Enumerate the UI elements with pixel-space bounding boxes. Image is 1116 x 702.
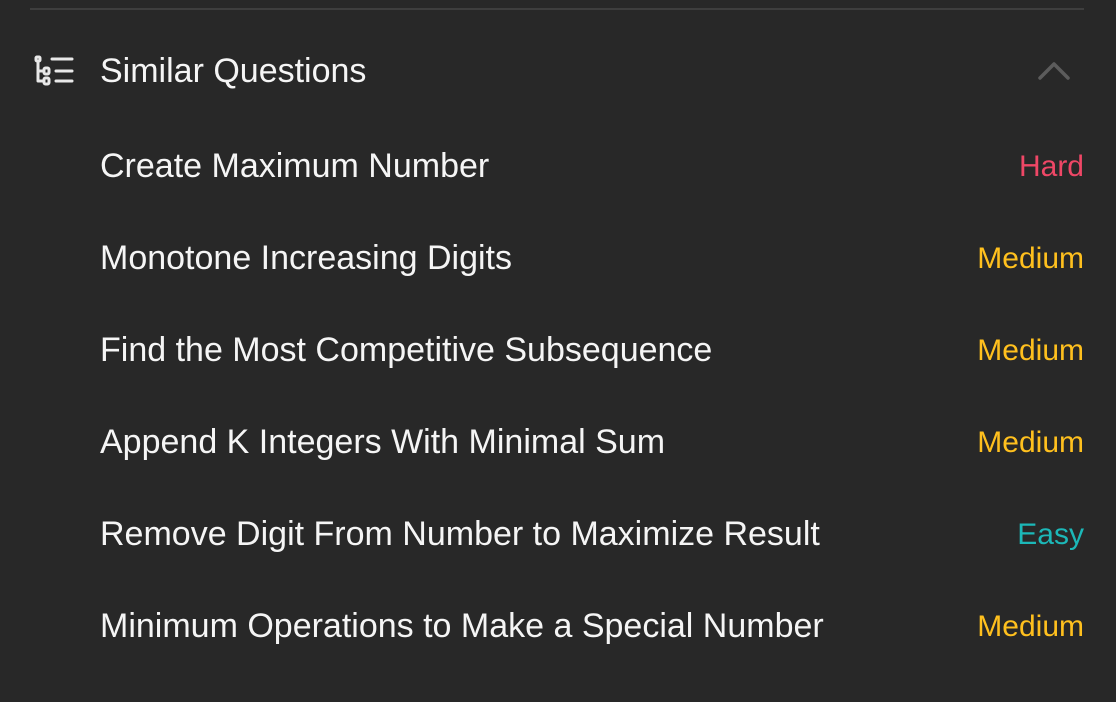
difficulty-badge: Medium (977, 426, 1084, 459)
chevron-up-icon[interactable] (1036, 58, 1072, 82)
difficulty-badge: Medium (977, 610, 1084, 643)
question-item[interactable]: Minimum Operations to Make a Special Num… (0, 580, 1116, 672)
similar-questions-header[interactable]: Similar Questions (0, 36, 1116, 106)
difficulty-badge: Easy (1017, 518, 1084, 551)
question-title[interactable]: Find the Most Competitive Subsequence (100, 329, 712, 371)
question-item[interactable]: Append K Integers With Minimal Sum Mediu… (0, 396, 1116, 488)
question-item[interactable]: Remove Digit From Number to Maximize Res… (0, 488, 1116, 580)
difficulty-badge: Medium (977, 334, 1084, 367)
list-tree-icon (34, 55, 74, 87)
question-item[interactable]: Find the Most Competitive Subsequence Me… (0, 304, 1116, 396)
question-title[interactable]: Monotone Increasing Digits (100, 237, 512, 279)
similar-questions-panel: Similar Questions Create Maximum Number … (0, 0, 1116, 702)
question-item[interactable]: Create Maximum Number Hard (0, 120, 1116, 212)
question-item[interactable]: Monotone Increasing Digits Medium (0, 212, 1116, 304)
question-title[interactable]: Remove Digit From Number to Maximize Res… (100, 513, 820, 555)
question-title[interactable]: Create Maximum Number (100, 145, 489, 187)
similar-questions-list: Create Maximum Number Hard Monotone Incr… (0, 120, 1116, 672)
question-title[interactable]: Minimum Operations to Make a Special Num… (100, 605, 824, 647)
section-title: Similar Questions (100, 52, 367, 90)
difficulty-badge: Medium (977, 242, 1084, 275)
question-title[interactable]: Append K Integers With Minimal Sum (100, 421, 665, 463)
difficulty-badge: Hard (1018, 150, 1084, 183)
divider (30, 8, 1084, 10)
